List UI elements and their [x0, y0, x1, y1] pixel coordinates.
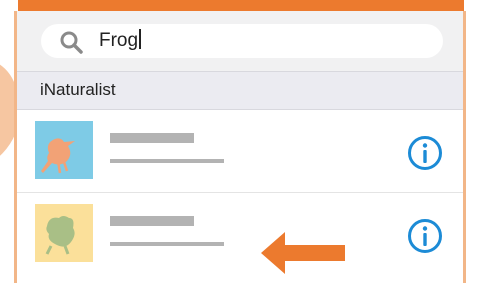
text-caret: [139, 29, 141, 49]
stage: Frog iNaturalist: [0, 0, 479, 283]
section-title: iNaturalist: [40, 80, 116, 99]
search-panel: Frog iNaturalist: [14, 11, 466, 283]
top-accent-bar: [18, 0, 464, 11]
frog-icon: [35, 204, 93, 262]
bird-icon: [35, 121, 93, 179]
search-query-text: Frog: [99, 29, 141, 53]
search-area: Frog: [17, 11, 463, 71]
list-item[interactable]: [17, 193, 463, 275]
info-icon[interactable]: [407, 135, 443, 171]
title-placeholder: [110, 133, 194, 143]
list-item[interactable]: [17, 110, 463, 193]
info-icon[interactable]: [407, 218, 443, 254]
subtitle-placeholder: [110, 159, 224, 163]
subtitle-placeholder: [110, 242, 224, 246]
search-input[interactable]: Frog: [41, 24, 443, 58]
arrow-left-icon: [261, 232, 345, 274]
title-placeholder: [110, 216, 194, 226]
section-header: iNaturalist: [17, 71, 463, 110]
search-icon: [60, 31, 83, 54]
